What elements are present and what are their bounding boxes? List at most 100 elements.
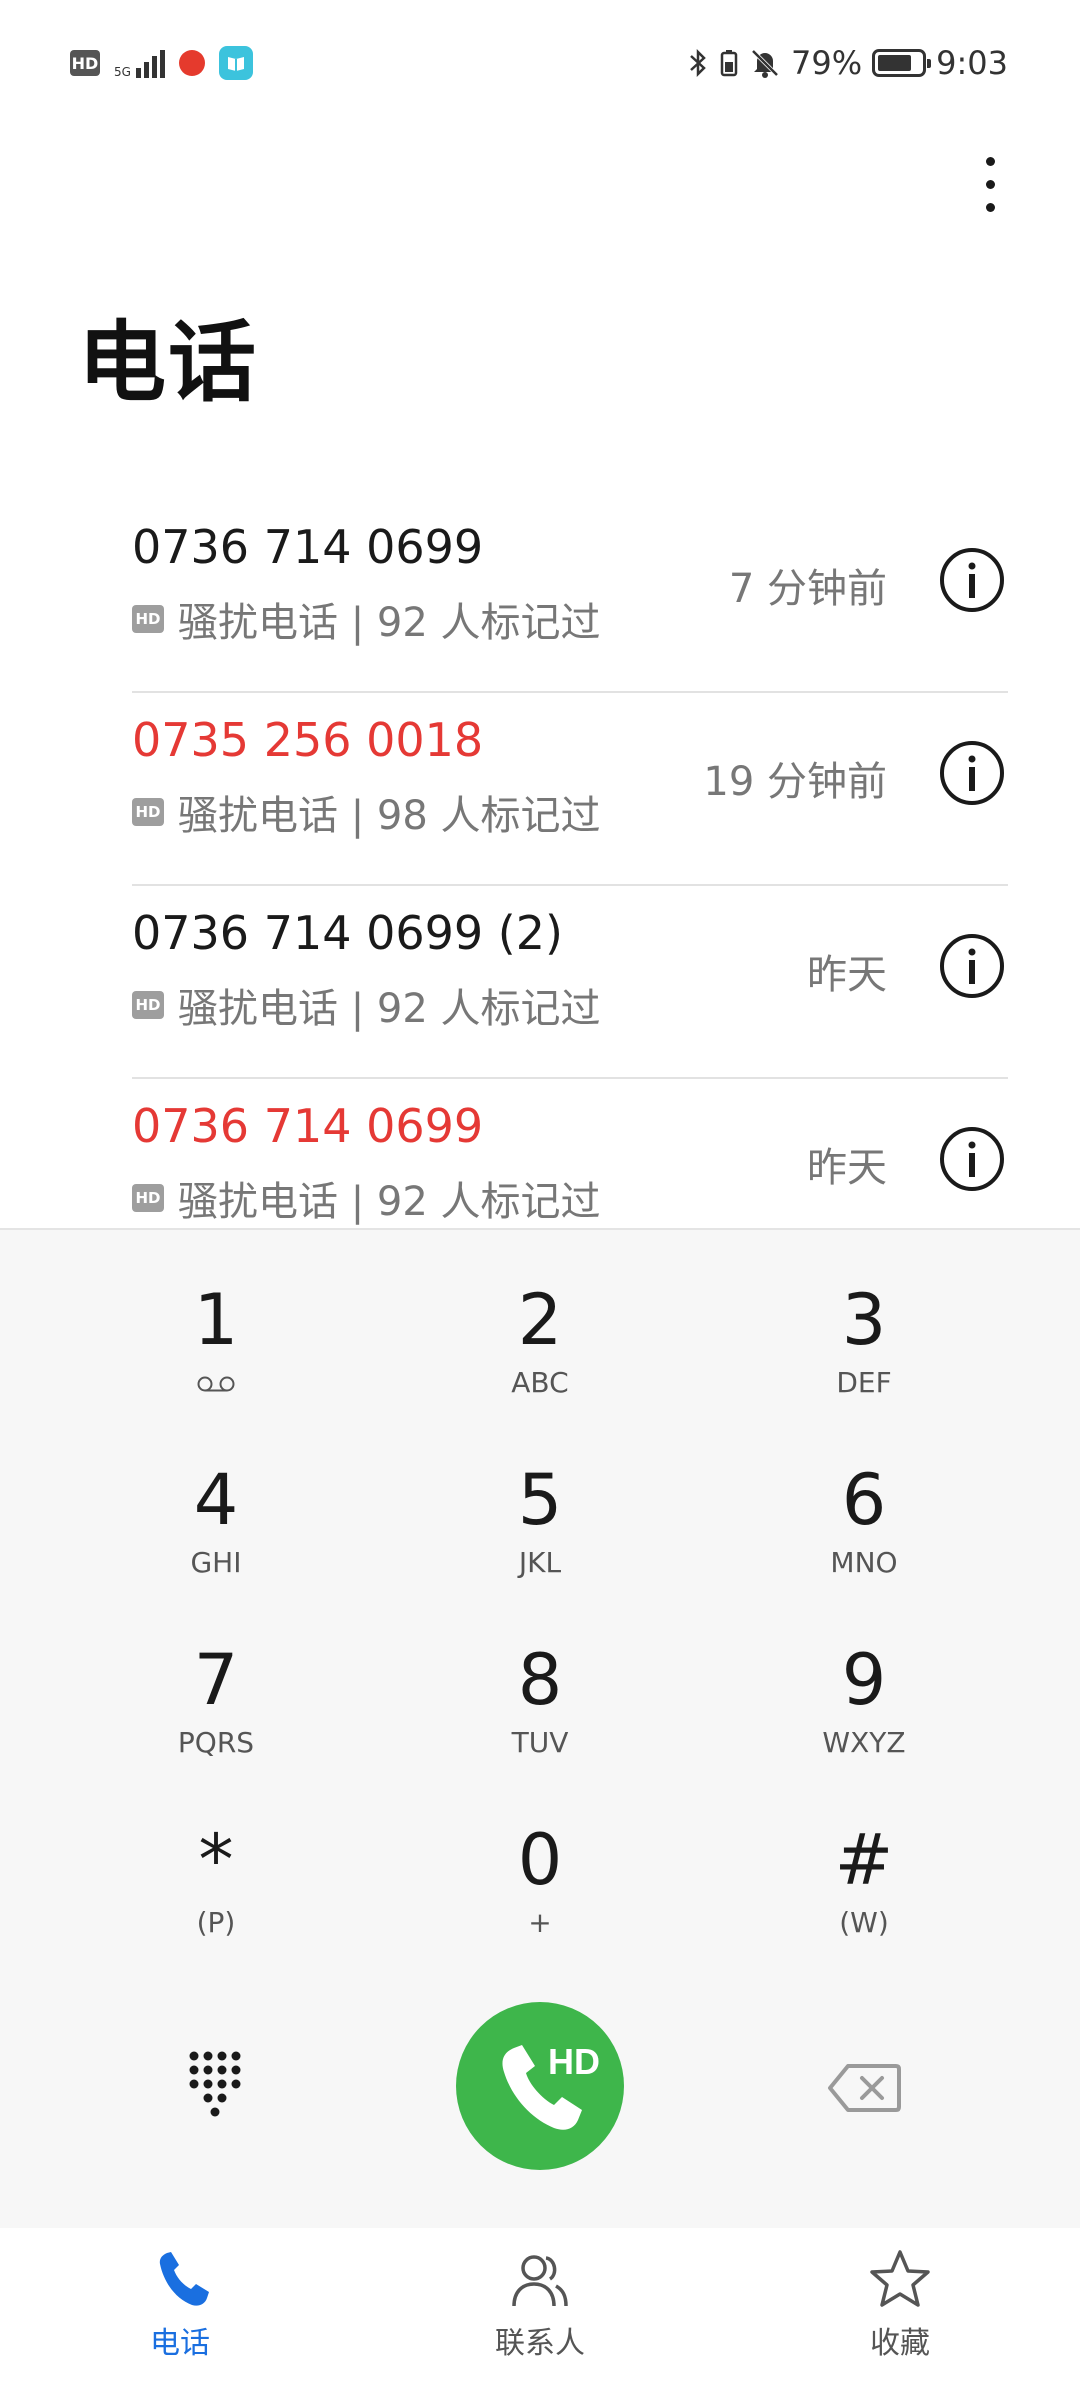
key-digit: 8 xyxy=(517,1639,563,1721)
key-digit: 4 xyxy=(193,1459,239,1541)
info-icon[interactable] xyxy=(938,546,1006,614)
key-digit: 5 xyxy=(517,1459,563,1541)
hd-call-badge: HD xyxy=(132,991,164,1019)
nav-contacts-tab[interactable]: 联系人 xyxy=(440,2248,640,2362)
star-icon xyxy=(870,2250,930,2307)
dial-key-7[interactable]: 7 PQRS xyxy=(66,1618,366,1768)
dial-key-star[interactable]: * (P) xyxy=(66,1798,366,1948)
key-letters: (P) xyxy=(196,1906,236,1939)
hd-call-badge: HD xyxy=(132,605,164,633)
call-time: 昨天 xyxy=(807,952,887,998)
dial-key-hash[interactable]: # (W) xyxy=(714,1798,1014,1948)
key-letters: PQRS xyxy=(177,1726,255,1759)
more-options-button[interactable] xyxy=(960,148,1020,220)
key-letters: DEF xyxy=(836,1366,892,1399)
key-digit: 3 xyxy=(841,1279,887,1361)
nav-phone-tab[interactable]: 电话 xyxy=(80,2248,280,2362)
more-icon-dot xyxy=(985,179,995,189)
caller-number: 0736 714 0699 (2) xyxy=(132,906,563,960)
call-time: 19 分钟前 xyxy=(703,759,887,805)
call-button[interactable]: HD xyxy=(456,2002,624,2170)
caller-description: 骚扰电话 | 92 人标记过 xyxy=(178,1179,601,1225)
bluetooth-icon xyxy=(690,48,706,78)
keypad-toggle-icon[interactable] xyxy=(186,2048,242,2120)
app-notification-icon xyxy=(178,50,205,76)
key-letters: MNO xyxy=(830,1546,898,1579)
call-log-item[interactable]: 0736 714 0699 HD 骚扰电话 | 92 人标记过 7 分钟前 xyxy=(0,500,1080,693)
voicemail-icon xyxy=(197,1376,235,1392)
network-type: 5G xyxy=(114,65,131,79)
key-digit: * xyxy=(198,1819,234,1901)
key-letters: ABC xyxy=(511,1366,569,1399)
caller-description: 骚扰电话 | 92 人标记过 xyxy=(178,600,601,646)
caller-number: 0736 714 0699 xyxy=(132,1099,484,1153)
caller-info: HD 骚扰电话 | 98 人标记过 xyxy=(132,783,601,841)
status-bar: HD 5G 79% 9:03 xyxy=(0,0,1080,130)
battery-fill xyxy=(878,55,912,71)
caller-info: HD 骚扰电话 | 92 人标记过 xyxy=(132,590,601,648)
dial-key-9[interactable]: 9 WXYZ xyxy=(714,1618,1014,1768)
key-letters: GHI xyxy=(190,1546,242,1579)
hd-indicator: HD xyxy=(70,50,100,76)
battery-saver-icon xyxy=(720,50,738,77)
dial-key-1[interactable]: 1 xyxy=(66,1258,366,1408)
battery-percent: 79% xyxy=(791,44,863,82)
dial-key-6[interactable]: 6 MNO xyxy=(714,1438,1014,1588)
dial-key-8[interactable]: 8 TUV xyxy=(390,1618,690,1768)
dial-key-2[interactable]: 2 ABC xyxy=(390,1258,690,1408)
key-letters: TUV xyxy=(511,1726,569,1759)
phone-hd-icon: HD xyxy=(502,2041,600,2130)
nav-label: 收藏 xyxy=(870,2326,930,2361)
key-digit: 0 xyxy=(517,1819,563,1901)
call-log-item[interactable]: 0735 256 0018 HD 骚扰电话 | 98 人标记过 19 分钟前 xyxy=(0,693,1080,886)
key-digit: 1 xyxy=(193,1279,239,1361)
call-time: 昨天 xyxy=(807,1145,887,1191)
nav-label: 电话 xyxy=(150,2326,210,2361)
key-letters: JKL xyxy=(518,1546,562,1579)
key-digit: 6 xyxy=(841,1459,887,1541)
info-icon[interactable] xyxy=(938,739,1006,807)
signal-icon: 5G xyxy=(114,48,165,78)
status-left: HD 5G xyxy=(70,46,253,80)
caller-description: 骚扰电话 | 92 人标记过 xyxy=(178,986,601,1032)
info-icon[interactable] xyxy=(938,932,1006,1000)
call-log-item[interactable]: 0736 714 0699 (2) HD 骚扰电话 | 92 人标记过 昨天 xyxy=(0,886,1080,1079)
dial-key-5[interactable]: 5 JKL xyxy=(390,1438,690,1588)
key-digit: 7 xyxy=(193,1639,239,1721)
caller-info: HD 骚扰电话 | 92 人标记过 xyxy=(132,1169,601,1227)
phone-icon xyxy=(159,2252,209,2306)
caller-number: 0736 714 0699 xyxy=(132,520,484,574)
key-letters xyxy=(66,1366,366,1400)
key-letters: WXYZ xyxy=(822,1726,906,1759)
battery-icon xyxy=(872,49,932,77)
dial-key-0[interactable]: 0 + xyxy=(390,1798,690,1948)
more-icon-dot xyxy=(985,156,995,166)
page-title: 电话 xyxy=(78,311,259,414)
call-log-list: 0736 714 0699 HD 骚扰电话 | 92 人标记过 7 分钟前 07… xyxy=(0,500,1080,1272)
caller-info: HD 骚扰电话 | 92 人标记过 xyxy=(132,976,601,1034)
dialpad: 1 2 ABC 3 DEF 4 GHI 5 JKL 6 MNO 7 PQRS 8… xyxy=(0,1228,1080,2230)
status-right: 79% 9:03 xyxy=(687,44,1008,82)
clock: 9:03 xyxy=(936,44,1008,82)
key-digit: 9 xyxy=(841,1639,887,1721)
book-app-icon xyxy=(218,46,253,80)
hd-call-badge: HD xyxy=(132,1184,164,1212)
nav-label: 联系人 xyxy=(495,2326,585,2361)
nav-favorites-tab[interactable]: 收藏 xyxy=(800,2248,1000,2362)
caller-number: 0735 256 0018 xyxy=(132,713,484,767)
call-hd-label: HD xyxy=(548,2041,600,2082)
key-letters: (W) xyxy=(839,1906,889,1939)
info-icon[interactable] xyxy=(938,1125,1006,1193)
dial-key-4[interactable]: 4 GHI xyxy=(66,1438,366,1588)
contacts-icon xyxy=(512,2255,568,2307)
key-digit: 2 xyxy=(517,1279,563,1361)
caller-description: 骚扰电话 | 98 人标记过 xyxy=(178,793,601,839)
mute-bell-icon xyxy=(751,49,779,78)
dial-key-3[interactable]: 3 DEF xyxy=(714,1258,1014,1408)
more-icon-dot xyxy=(985,202,995,212)
bottom-navigation: 电话 联系人 收藏 xyxy=(0,2228,1080,2388)
backspace-icon[interactable] xyxy=(826,2062,902,2114)
key-digit: # xyxy=(834,1819,894,1901)
hd-call-badge: HD xyxy=(132,798,164,826)
call-time: 7 分钟前 xyxy=(728,566,887,612)
